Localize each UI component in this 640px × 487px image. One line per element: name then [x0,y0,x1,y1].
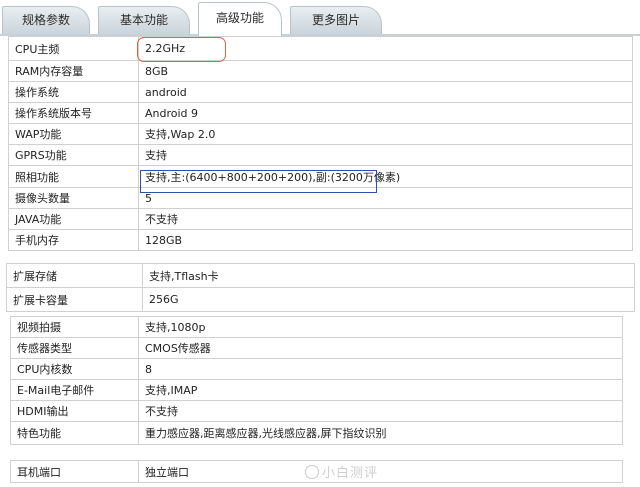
table-row: 扩展存储 支持,Tflash卡 [6,263,635,288]
spec-table-2: 扩展存储 支持,Tflash卡 扩展卡容量 256G [6,263,635,312]
tab-label: 基本功能 [119,13,168,27]
spec-value: 不支持 [138,400,623,422]
spec-value: 支持,Wap 2.0 [138,123,633,145]
tab-spec-params[interactable]: 规格参数 [2,6,90,35]
spec-table-1: CPU主频 2.2GHz RAM内存容量 8GB 操作系统 android 操作系统版… [8,36,633,251]
table-row: 操作系统 android [8,81,633,103]
table-row: RAM内存容量 8GB [8,60,633,82]
spec-value: 重力感应器,距离感应器,光线感应器,屏下指纹识别 [138,421,623,445]
table-row: JAVA功能 不支持 [8,208,633,230]
tab-advanced-functions[interactable]: 高级功能 [198,2,282,36]
tab-more-pictures[interactable]: 更多图片 [290,6,382,35]
spec-value: 128GB [138,229,633,251]
spec-name: 扩展卡容量 [6,287,143,312]
spec-value: 支持,IMAP [138,379,623,401]
spec-name: JAVA功能 [8,208,139,230]
spec-value: 256G [142,287,635,312]
spec-name: 扩展存储 [6,263,143,288]
section-divider [0,449,640,459]
section-divider [0,313,640,315]
spec-name: CPU内核数 [10,358,139,380]
tab-label: 规格参数 [21,13,70,27]
spec-name: 摄像头数量 [8,187,139,209]
spec-value: 独立端口 [138,460,623,483]
spec-name: 照相功能 [8,165,139,188]
spec-value: 支持,1080p [138,316,623,338]
table-row: 操作系统版本号 Android 9 [8,102,633,124]
watermark-text: 小白测评 [321,466,378,481]
weibo-logo-icon [304,465,319,479]
spec-name: HDMI输出 [10,400,139,422]
tab-label: 高级功能 [215,11,264,25]
spec-value: Android 9 [138,102,633,124]
camera-spec-highlight [140,170,377,193]
table-row: CPU内核数 8 [10,358,623,380]
spec-name: WAP功能 [8,123,139,145]
spec-name: CPU主频 [8,36,139,61]
spec-value: CMOS传感器 [138,337,623,359]
tab-basic-functions[interactable]: 基本功能 [98,6,190,35]
weibo-watermark: 小白测评 [304,462,378,481]
table-row: WAP功能 支持,Wap 2.0 [8,123,633,145]
table-row: 视频拍摄 支持,1080p [10,316,623,338]
section-divider [0,254,640,262]
table-row: CPU主频 2.2GHz [8,36,633,61]
spec-value: 不支持 [138,208,633,230]
spec-name: 耳机端口 [10,460,139,483]
spec-name: RAM内存容量 [8,60,139,82]
table-row: 特色功能 重力感应器,距离感应器,光线感应器,屏下指纹识别 [10,421,623,445]
spec-value: 支持 [138,144,633,166]
spec-value: android [138,81,633,103]
spec-name: 视频拍摄 [10,316,139,338]
table-row: 扩展卡容量 256G [6,287,635,312]
spec-table-3: 视频拍摄 支持,1080p 传感器类型 CMOS传感器 CPU内核数 8 E-Mail… [10,316,623,445]
spec-name: 操作系统版本号 [8,102,139,124]
spec-name: 操作系统 [8,81,139,103]
spec-name: 传感器类型 [10,337,139,359]
spec-name: GPRS功能 [8,144,139,166]
table-row: 手机内存 128GB [8,229,633,251]
spec-value: 8GB [138,60,633,82]
table-row: GPRS功能 支持 [8,144,633,166]
table-row: HDMI输出 不支持 [10,400,623,422]
spec-name: 手机内存 [8,229,139,251]
spec-value: 8 [138,358,623,380]
tab-bar: 规格参数 基本功能 高级功能 更多图片 [0,0,640,36]
spec-value: 支持,Tflash卡 [142,263,635,288]
cpu-frequency-highlight [137,37,226,62]
spec-name: 特色功能 [10,421,139,445]
spec-name: E-Mail电子邮件 [10,379,139,401]
tab-label: 更多图片 [311,13,360,27]
table-row: 传感器类型 CMOS传感器 [10,337,623,359]
table-row: E-Mail电子邮件 支持,IMAP [10,379,623,401]
